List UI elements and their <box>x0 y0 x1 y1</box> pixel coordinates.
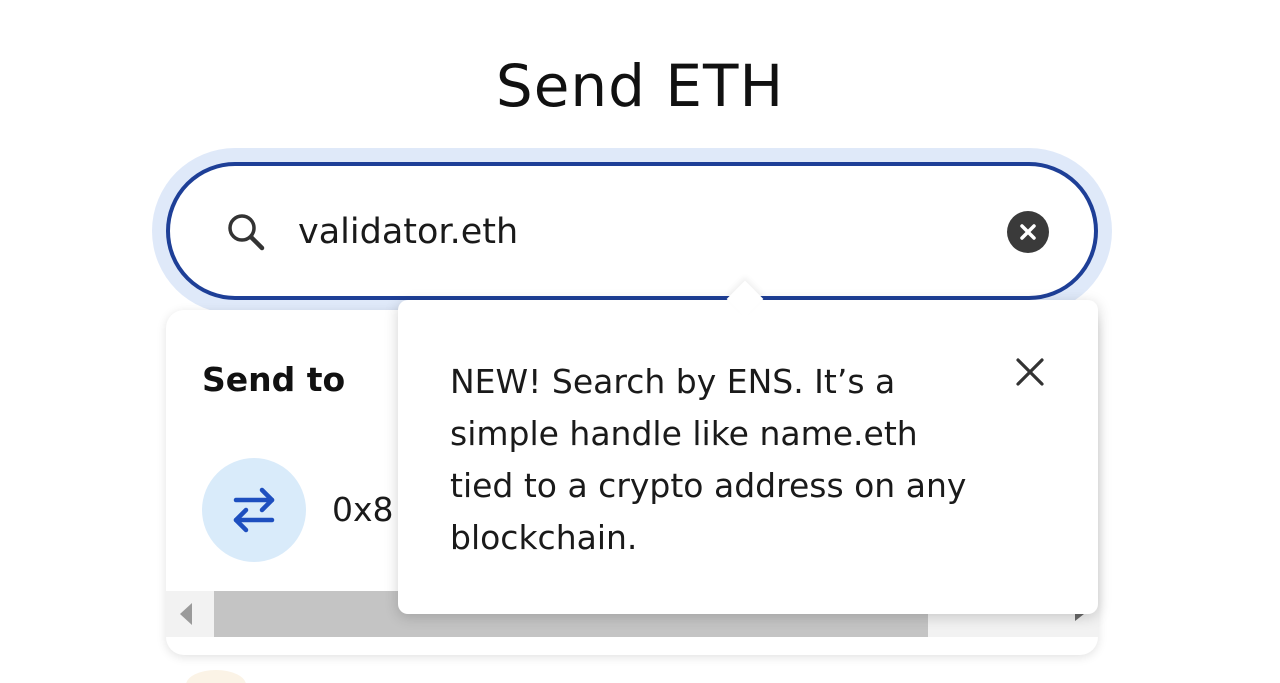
tooltip-message: NEW! Search by ENS. It’s a simple handle… <box>450 362 967 557</box>
search-icon <box>222 208 270 256</box>
transfer-arrows-icon <box>233 487 275 533</box>
recipient-address: 0x8 <box>332 490 394 529</box>
page-title: Send ETH <box>495 52 785 120</box>
send-to-label: Send to <box>202 360 346 399</box>
next-item-peek <box>186 670 246 683</box>
close-icon <box>1016 358 1044 386</box>
clear-search-button[interactable] <box>1007 211 1049 253</box>
tooltip-close-button[interactable] <box>1010 352 1050 392</box>
ens-tooltip: NEW! Search by ENS. It’s a simple handle… <box>398 280 1098 614</box>
recipient-avatar <box>202 458 306 562</box>
clear-icon <box>1020 224 1036 240</box>
search-input[interactable] <box>298 205 958 259</box>
scroll-left-arrow-icon[interactable] <box>180 603 192 625</box>
send-eth-page: Send ETH Send to 0x8 <box>0 0 1280 683</box>
